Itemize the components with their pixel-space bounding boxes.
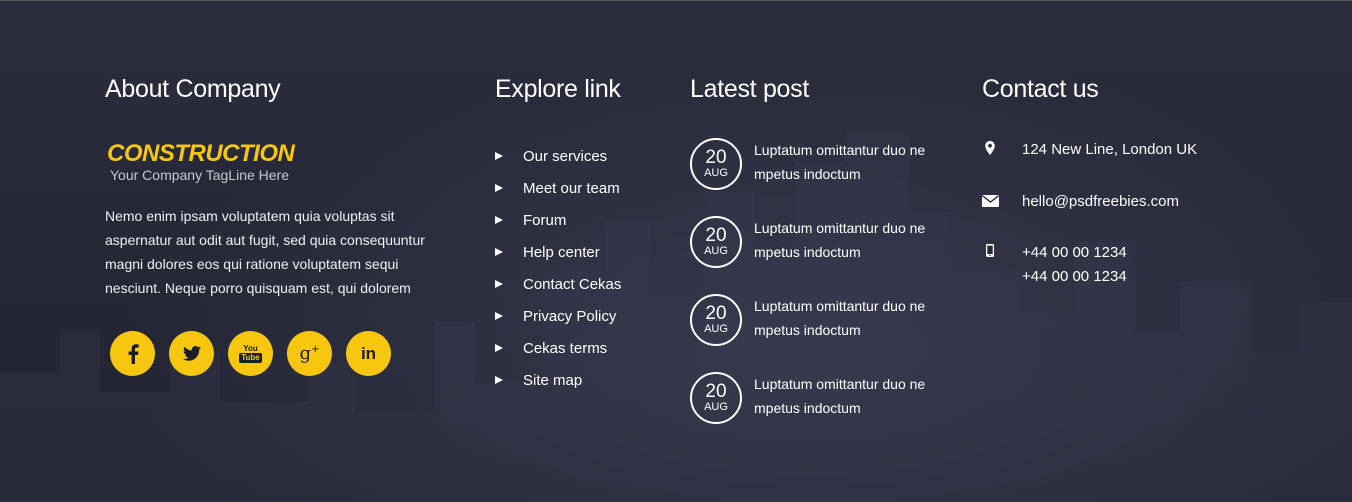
post-item[interactable]: 20 AUG Luptatum omittantur duo ne mpetus…: [690, 216, 950, 276]
explore-link[interactable]: Contact Cekas: [495, 268, 621, 300]
triangle-bullet-icon: [495, 280, 503, 288]
triangle-bullet-icon: [495, 184, 503, 192]
triangle-bullet-icon: [495, 344, 503, 352]
post-item[interactable]: 20 AUG Luptatum omittantur duo ne mpetus…: [690, 372, 950, 432]
explore-link[interactable]: Cekas terms: [495, 332, 621, 364]
triangle-bullet-icon: [495, 376, 503, 384]
post-title[interactable]: Luptatum omittantur duo ne mpetus indoct…: [754, 216, 944, 264]
about-description: Nemo enim ipsam voluptatem quia voluptas…: [105, 208, 425, 296]
contact-heading: Contact us: [982, 75, 1099, 103]
company-logo[interactable]: CONSTRUCTION Your Company TagLine Here: [107, 140, 295, 183]
twitter-button[interactable]: [169, 331, 214, 376]
linkedin-icon: in: [360, 343, 377, 363]
twitter-icon: [182, 346, 201, 361]
explore-link[interactable]: Site map: [495, 364, 621, 396]
explore-link[interactable]: Forum: [495, 204, 621, 236]
post-title[interactable]: Luptatum omittantur duo ne mpetus indoct…: [754, 294, 944, 342]
explore-link[interactable]: Meet our team: [495, 172, 621, 204]
triangle-bullet-icon: [495, 152, 503, 160]
facebook-icon: [128, 343, 139, 364]
post-item[interactable]: 20 AUG Luptatum omittantur duo ne mpetus…: [690, 294, 950, 354]
post-title[interactable]: Luptatum omittantur duo ne mpetus indoct…: [754, 138, 944, 186]
post-date-badge: 20 AUG: [690, 216, 742, 268]
linkedin-button[interactable]: in: [346, 331, 391, 376]
explore-heading: Explore link: [495, 75, 621, 103]
post-title[interactable]: Luptatum omittantur duo ne mpetus indoct…: [754, 372, 944, 420]
social-links: You Tube g+ in: [110, 331, 391, 376]
triangle-bullet-icon: [495, 216, 503, 224]
explore-link[interactable]: Privacy Policy: [495, 300, 621, 332]
map-pin-icon: [985, 141, 995, 155]
youtube-button[interactable]: You Tube: [228, 331, 273, 376]
latest-heading: Latest post: [690, 75, 810, 103]
explore-link[interactable]: Our services: [495, 140, 621, 172]
envelope-icon: [982, 195, 999, 207]
logo-tagline: Your Company TagLine Here: [110, 167, 290, 183]
post-date-badge: 20 AUG: [690, 372, 742, 424]
phone-number[interactable]: +44 00 00 1234: [1022, 241, 1127, 265]
post-item[interactable]: 20 AUG Luptatum omittantur duo ne mpetus…: [690, 138, 950, 198]
youtube-icon: You Tube: [239, 343, 262, 363]
post-date-badge: 20 AUG: [690, 138, 742, 190]
footer: About Company CONSTRUCTION Your Company …: [0, 0, 1352, 502]
google-plus-button[interactable]: g+: [287, 331, 332, 376]
facebook-button[interactable]: [110, 331, 155, 376]
explore-link-list: Our services Meet our team Forum Help ce…: [495, 140, 621, 396]
triangle-bullet-icon: [495, 312, 503, 320]
triangle-bullet-icon: [495, 248, 503, 256]
about-heading: About Company: [105, 75, 281, 103]
explore-link[interactable]: Help center: [495, 236, 621, 268]
google-plus-icon: g+: [299, 343, 320, 364]
mobile-phone-icon: [986, 244, 994, 257]
phone-number[interactable]: +44 00 00 1234: [1022, 265, 1127, 289]
logo-text: CONSTRUCTION: [107, 140, 295, 167]
post-date-badge: 20 AUG: [690, 294, 742, 346]
